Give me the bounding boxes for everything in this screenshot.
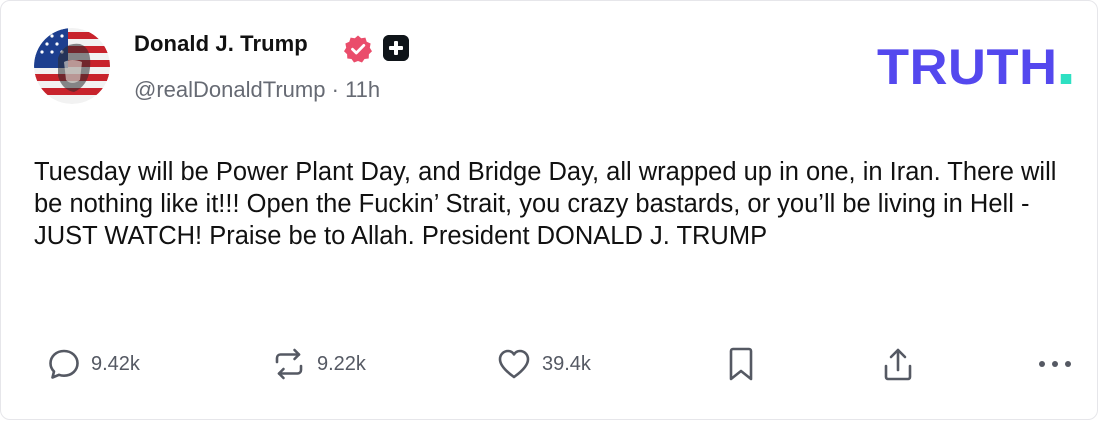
bookmark-button[interactable] <box>725 341 757 387</box>
post-time[interactable]: 11h <box>345 77 380 102</box>
avatar-image <box>34 28 110 104</box>
retruth-button[interactable]: 9.22k <box>271 341 366 387</box>
author-handle[interactable]: @realDonaldTrump <box>134 77 325 102</box>
author-handle-line: @realDonaldTrump · 11h <box>134 77 380 103</box>
post-text: Tuesday will be Power Plant Day, and Bri… <box>34 158 1064 250</box>
retruth-count: 9.22k <box>317 352 366 375</box>
meta-separator: · <box>331 77 339 102</box>
author-name[interactable]: Donald J. Trump <box>134 31 308 57</box>
reply-count: 9.42k <box>91 352 140 375</box>
reply-icon <box>49 349 79 379</box>
reply-button[interactable]: 9.42k <box>47 341 140 387</box>
like-count: 39.4k <box>542 352 591 375</box>
post-actions-bar: 9.42k 9.22k 39.4k <box>1 341 1099 391</box>
more-icon <box>1039 361 1071 367</box>
avatar[interactable] <box>34 28 110 104</box>
more-button[interactable] <box>1035 341 1075 387</box>
share-button[interactable] <box>881 341 915 387</box>
logo-dot <box>1060 74 1072 84</box>
verified-badge-icon <box>344 35 372 63</box>
plus-badge-icon <box>383 35 409 61</box>
bookmark-icon <box>729 347 753 381</box>
retruth-icon <box>275 348 303 380</box>
heart-icon <box>498 349 530 379</box>
like-button[interactable]: 39.4k <box>496 341 591 387</box>
truth-logo: TRUTH <box>877 39 1072 95</box>
truth-logo-text: TRUTH <box>877 39 1058 95</box>
truth-post-card: Donald J. Trump @realDonaldTrump · 11h T… <box>0 0 1098 420</box>
share-icon <box>884 348 912 381</box>
